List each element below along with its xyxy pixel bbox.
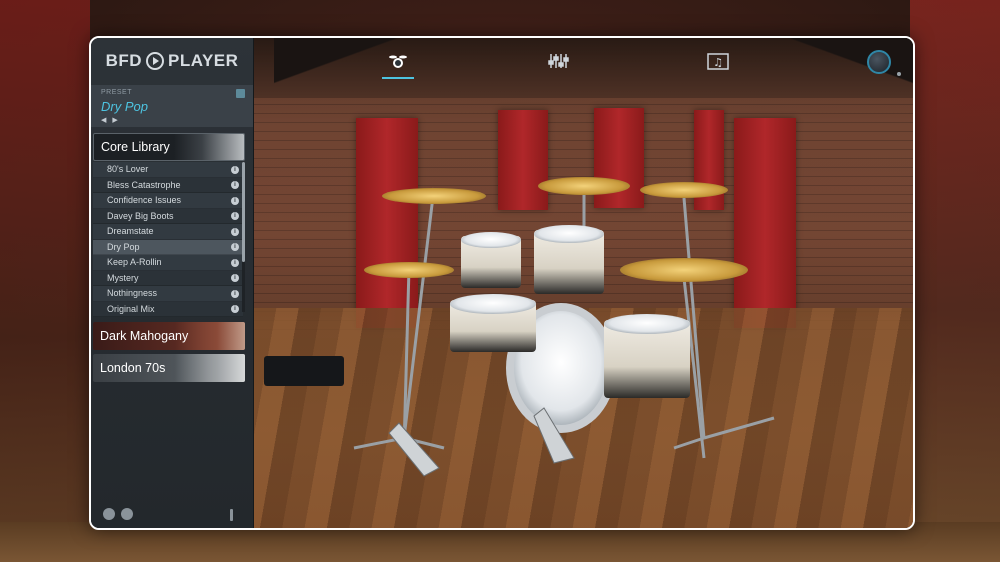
info-icon[interactable]: i xyxy=(231,181,239,189)
list-item[interactable]: Original Mix i xyxy=(93,301,243,317)
list-item[interactable]: Nothingness i xyxy=(93,286,243,302)
info-icon[interactable]: i xyxy=(231,258,239,267)
sidebar-footer xyxy=(103,508,133,520)
drum-kit[interactable] xyxy=(254,38,913,528)
list-item[interactable]: 80's Lover i xyxy=(93,162,243,178)
sidebar: BFD PLAYER PRESET Dry Pop ◀ ▶ Core Libra… xyxy=(91,38,254,528)
kit-london-70s[interactable]: London 70s xyxy=(93,354,245,382)
info-icon[interactable]: i xyxy=(231,196,239,205)
kit-label: Core Library xyxy=(101,140,170,154)
preset-nav-arrows[interactable]: ◀ ▶ xyxy=(101,116,120,124)
info-icon[interactable]: i xyxy=(231,165,239,174)
list-item[interactable]: Confidence Issues i xyxy=(93,193,243,209)
list-item-label: 80's Lover xyxy=(107,164,149,174)
ride-cymbal-right xyxy=(620,258,748,282)
list-item[interactable]: Keep A-Rollin i xyxy=(93,255,243,271)
info-icon[interactable]: i xyxy=(231,289,239,298)
crash-cymbal-right xyxy=(640,182,728,198)
list-item-label: Bless Catastrophe xyxy=(107,179,181,190)
info-icon[interactable]: i xyxy=(231,305,239,313)
list-item-label: Nothingness xyxy=(107,288,158,298)
app-logo: BFD PLAYER xyxy=(91,38,253,84)
active-tab-indicator xyxy=(382,77,414,79)
logo-text-left: BFD xyxy=(105,51,143,70)
add-icon[interactable] xyxy=(121,508,133,520)
gear-icon[interactable] xyxy=(103,508,115,520)
preset-label: PRESET xyxy=(101,89,133,96)
list-item-label: Original Mix xyxy=(107,303,155,314)
info-icon[interactable]: i xyxy=(231,212,239,220)
drumkit-icon[interactable] xyxy=(384,52,412,72)
preset-save-icon[interactable] xyxy=(236,89,245,98)
hihat-pedal xyxy=(388,422,440,477)
list-item[interactable]: Mystery i xyxy=(93,270,243,286)
crash-cymbal-left xyxy=(382,188,486,204)
list-item-label: Dry Pop xyxy=(107,241,140,252)
status-dot xyxy=(897,72,901,76)
ride-cymbal-center xyxy=(538,177,630,195)
top-tab-bar: ♫ xyxy=(254,38,913,84)
tom-1 xyxy=(461,232,521,248)
kit-core-library[interactable]: Core Library xyxy=(93,133,245,161)
background-blur-right xyxy=(910,0,1000,562)
kit-thumbnail xyxy=(174,134,244,160)
kit-label: London 70s xyxy=(100,361,166,375)
info-icon[interactable]: i xyxy=(231,274,239,282)
list-item-label: Davey Big Boots xyxy=(107,210,174,221)
app-window: BFD PLAYER PRESET Dry Pop ◀ ▶ Core Libra… xyxy=(89,36,915,530)
logo-text-right: PLAYER xyxy=(168,51,239,70)
kit-thumbnail xyxy=(175,354,245,382)
alert-icon[interactable] xyxy=(230,509,233,521)
mixer-icon[interactable] xyxy=(544,52,572,72)
list-item-label: Keep A-Rollin xyxy=(107,257,162,267)
list-item-label: Mystery xyxy=(107,272,139,283)
preset-list: 80's Lover i Bless Catastrophe i Confidenc… xyxy=(93,162,243,317)
list-scrollbar[interactable] xyxy=(242,162,245,312)
drum-stage: ♫ xyxy=(254,38,913,528)
snare-drum xyxy=(450,294,536,314)
grooves-icon[interactable]: ♫ xyxy=(704,52,732,72)
preset-selector[interactable]: PRESET Dry Pop ◀ ▶ xyxy=(91,85,253,127)
list-item-label: Dreamstate xyxy=(107,226,154,236)
stage-box xyxy=(264,356,344,386)
tom-2 xyxy=(534,225,604,243)
preset-name[interactable]: Dry Pop xyxy=(101,99,148,114)
background-blur-left xyxy=(0,0,90,562)
hihat-cymbal xyxy=(364,262,454,278)
list-item[interactable]: Bless Catastrophe i xyxy=(93,177,243,193)
info-icon[interactable]: i xyxy=(231,227,239,236)
kit-dark-mahogany[interactable]: Dark Mahogany xyxy=(93,322,245,350)
svg-text:♫: ♫ xyxy=(713,56,723,69)
list-item[interactable]: Dreamstate i xyxy=(93,224,243,240)
kit-label: Dark Mahogany xyxy=(100,329,189,343)
volume-knob[interactable] xyxy=(867,50,891,74)
floor-tom xyxy=(604,314,690,334)
info-icon[interactable]: i xyxy=(231,243,239,251)
scrollbar-thumb[interactable] xyxy=(242,162,245,262)
list-item-selected[interactable]: Dry Pop i xyxy=(93,239,243,255)
list-item-label: Confidence Issues xyxy=(107,195,182,205)
list-item[interactable]: Davey Big Boots i xyxy=(93,208,243,224)
play-logo-icon xyxy=(146,52,165,70)
